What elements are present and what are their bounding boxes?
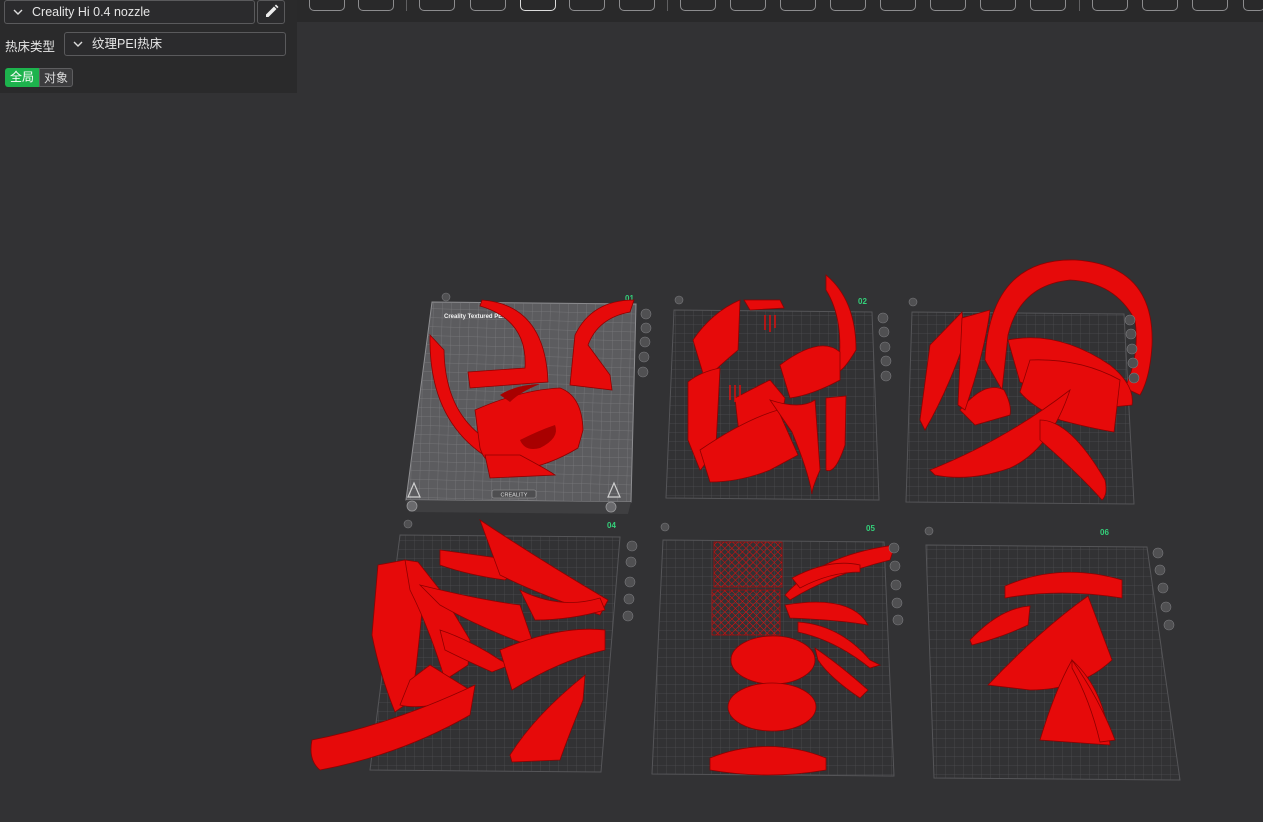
plate-04[interactable]: 04 — [310, 518, 638, 773]
plate-edit-icon[interactable] — [674, 295, 684, 305]
plate-edit-icon[interactable] — [660, 522, 670, 532]
plate-brand-label: CREALITY — [501, 493, 528, 499]
orient-icon[interactable] — [624, 576, 636, 588]
plate-tools-01 — [637, 308, 652, 378]
plate-edit-icon[interactable] — [924, 526, 934, 536]
arrange-icon[interactable] — [878, 326, 890, 338]
lock-icon[interactable] — [638, 351, 650, 363]
plate-01[interactable]: Creality Textured PEI Plate CREALITY 01 — [405, 292, 652, 514]
lock-icon[interactable] — [1127, 357, 1139, 369]
plate-06[interactable]: 06 — [924, 526, 1181, 781]
arrange-icon[interactable] — [625, 556, 637, 568]
plate-02[interactable]: 02 — [665, 274, 892, 501]
arrange-icon[interactable] — [1125, 328, 1137, 340]
settings-icon[interactable] — [637, 366, 649, 378]
close-icon[interactable] — [877, 312, 889, 324]
plate-05[interactable]: 05 — [651, 522, 904, 777]
plate-02-models[interactable] — [687, 274, 857, 495]
close-icon[interactable] — [640, 308, 652, 320]
bed-foot — [406, 500, 418, 512]
plate-edit-icon[interactable] — [441, 292, 451, 302]
plate-tools-02 — [877, 312, 892, 382]
plate-edit-icon[interactable] — [908, 297, 918, 307]
arrange-icon[interactable] — [889, 560, 901, 572]
orient-icon[interactable] — [639, 336, 651, 348]
settings-icon[interactable] — [622, 610, 634, 622]
lock-icon[interactable] — [880, 355, 892, 367]
orient-icon[interactable] — [1157, 582, 1169, 594]
plate-edit-icon[interactable] — [403, 519, 413, 529]
3d-viewport[interactable]: Creality Textured PEI Plate CREALITY 01 — [0, 0, 1263, 822]
arrange-icon[interactable] — [640, 322, 652, 334]
close-icon[interactable] — [888, 542, 900, 554]
plate-bed-edge — [406, 500, 631, 514]
bed-foot — [605, 501, 617, 513]
lock-icon[interactable] — [623, 593, 635, 605]
plate-number: 02 — [858, 297, 867, 306]
close-icon[interactable] — [626, 540, 638, 552]
lock-icon[interactable] — [891, 597, 903, 609]
close-icon[interactable] — [1152, 547, 1164, 559]
plate-number: 06 — [1100, 528, 1109, 537]
close-icon[interactable] — [1124, 314, 1136, 326]
plate-number: 05 — [866, 524, 875, 533]
settings-icon[interactable] — [1128, 372, 1140, 384]
orient-icon[interactable] — [1126, 343, 1138, 355]
support-mesh — [711, 589, 781, 636]
lock-icon[interactable] — [1160, 601, 1172, 613]
arrange-icon[interactable] — [1154, 564, 1166, 576]
plate-tools-04 — [622, 540, 638, 622]
orient-icon[interactable] — [879, 341, 891, 353]
orient-icon[interactable] — [890, 579, 902, 591]
support-mesh — [713, 541, 783, 588]
settings-icon[interactable] — [1163, 619, 1175, 631]
plate-03[interactable] — [905, 259, 1153, 505]
settings-icon[interactable] — [892, 614, 904, 626]
plate-number: 04 — [607, 521, 616, 530]
settings-icon[interactable] — [880, 370, 892, 382]
